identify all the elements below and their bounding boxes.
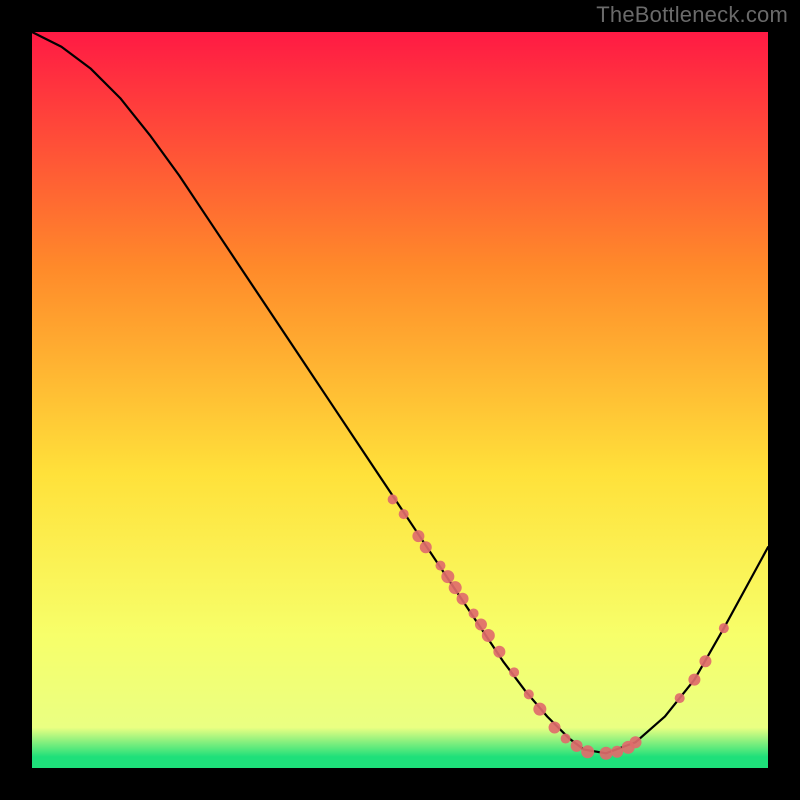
data-point [688, 674, 700, 686]
data-point [699, 655, 711, 667]
chart-frame: TheBottleneck.com [0, 0, 800, 800]
chart-svg [32, 32, 768, 768]
data-point [630, 736, 642, 748]
plot-area [32, 32, 768, 768]
data-point [561, 734, 571, 744]
data-point [482, 629, 495, 642]
data-point [457, 593, 469, 605]
data-point [493, 646, 505, 658]
data-point [600, 747, 613, 760]
data-point [388, 494, 398, 504]
data-point [533, 703, 546, 716]
data-point [611, 746, 623, 758]
data-point [509, 667, 519, 677]
data-point [475, 618, 487, 630]
data-point [524, 689, 534, 699]
data-point [420, 541, 432, 553]
watermark: TheBottleneck.com [596, 2, 788, 28]
data-point [441, 570, 454, 583]
data-point [719, 623, 729, 633]
data-point [469, 608, 479, 618]
data-point [549, 722, 561, 734]
data-point [675, 693, 685, 703]
data-point [449, 581, 462, 594]
data-point [571, 740, 583, 752]
data-point [581, 745, 594, 758]
chart-background [32, 32, 768, 768]
data-point [399, 509, 409, 519]
data-point [435, 561, 445, 571]
data-point [412, 530, 424, 542]
